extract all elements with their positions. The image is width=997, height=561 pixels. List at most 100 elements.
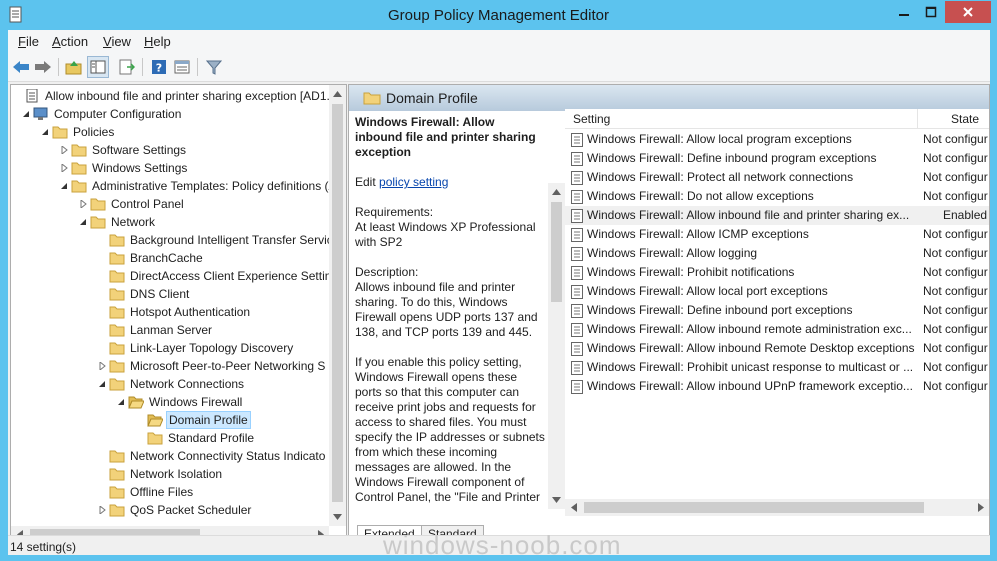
properties-button[interactable] [171, 56, 193, 78]
tree-item[interactable]: Control Panel [11, 195, 329, 213]
menu-action[interactable]: Action [52, 34, 88, 49]
table-row[interactable]: Windows Firewall: Protect all network co… [565, 168, 989, 187]
tree-vertical-scrollbar[interactable] [329, 85, 346, 526]
settings-list[interactable]: Setting State Windows Firewall: Allow lo… [565, 109, 989, 499]
description-block: Description: Allows inbound file and prin… [355, 265, 538, 339]
tree-item[interactable]: Software Settings [11, 141, 329, 159]
collapsed-arrow-icon[interactable] [98, 362, 106, 370]
tree-item[interactable]: Lanman Server [11, 321, 329, 339]
expanded-arrow-icon[interactable] [22, 110, 30, 118]
tree-item[interactable]: Standard Profile [11, 429, 329, 447]
scroll-up-arrow-icon[interactable] [548, 183, 565, 200]
scroll-left-arrow-icon[interactable] [565, 499, 582, 516]
list-horizontal-scrollbar[interactable] [565, 499, 989, 516]
tree-item[interactable]: Allow inbound file and printer sharing e… [11, 87, 341, 105]
setting-state: Not configur [923, 189, 988, 203]
scroll-down-arrow-icon[interactable] [329, 508, 346, 525]
expanded-arrow-icon[interactable] [98, 380, 106, 388]
tree-item-label: Network Connectivity Status Indicato [130, 449, 326, 463]
folder-icon [90, 198, 106, 211]
setting-name: Windows Firewall: Allow inbound file and… [587, 208, 910, 222]
column-header-state[interactable]: State [951, 112, 979, 126]
table-row[interactable]: Windows Firewall: Allow inbound UPnP fra… [565, 377, 989, 396]
tree-item[interactable]: Administrative Templates: Policy definit… [11, 177, 337, 195]
toolbar-separator [142, 58, 143, 76]
expanded-arrow-icon[interactable] [117, 398, 125, 406]
maximize-button[interactable] [918, 1, 944, 23]
tree-item[interactable]: Background Intelligent Transfer Servic [11, 231, 333, 249]
tree-item-label: DNS Client [130, 287, 190, 301]
scroll-thumb[interactable] [332, 104, 343, 502]
scroll-thumb[interactable] [584, 502, 924, 513]
scroll-down-arrow-icon[interactable] [548, 491, 565, 508]
table-row[interactable]: Windows Firewall: Allow ICMP exceptions N… [565, 225, 989, 244]
show-hide-tree-button[interactable] [87, 56, 109, 78]
tree-item-label: Computer Configuration [54, 107, 182, 121]
expanded-arrow-icon[interactable] [60, 182, 68, 190]
tree-item-label: Network Isolation [130, 467, 223, 481]
filter-button[interactable] [203, 56, 225, 78]
collapsed-arrow-icon[interactable] [60, 164, 68, 172]
tree-item[interactable]: Network Connectivity Status Indicato [11, 447, 329, 465]
collapsed-arrow-icon[interactable] [79, 200, 87, 208]
scroll-thumb[interactable] [551, 202, 562, 302]
tree-item[interactable]: Network Isolation [11, 465, 329, 483]
tree-item[interactable]: Link-Layer Topology Discovery [11, 339, 329, 357]
tree-item[interactable]: Hotspot Authentication [11, 303, 329, 321]
scroll-up-arrow-icon[interactable] [329, 85, 346, 102]
tree-item-label: Hotspot Authentication [130, 305, 251, 319]
edit-policy-setting-link[interactable]: policy setting [379, 175, 448, 189]
console-tree[interactable]: Allow inbound file and printer sharing e… [10, 84, 347, 544]
table-row[interactable]: Windows Firewall: Allow local program ex… [565, 130, 989, 149]
table-row[interactable]: Windows Firewall: Define inbound port ex… [565, 301, 989, 320]
tree-item[interactable]: Windows Firewall [11, 393, 329, 411]
policy-setting-icon [571, 380, 583, 394]
tree-item[interactable]: DirectAccess Client Experience Setting [11, 267, 338, 285]
tree-item[interactable]: Offline Files [11, 483, 329, 501]
computer-icon [33, 107, 48, 120]
edit-line: Edit policy setting [355, 175, 449, 189]
export-list-button[interactable] [116, 56, 138, 78]
table-row[interactable]: Windows Firewall: Allow inbound Remote D… [565, 339, 989, 358]
scroll-right-arrow-icon[interactable] [972, 499, 989, 516]
help-button[interactable]: ? [148, 56, 170, 78]
table-row[interactable]: Windows Firewall: Prohibit notifications… [565, 263, 989, 282]
table-row[interactable]: Windows Firewall: Allow local port excep… [565, 282, 989, 301]
tree-item[interactable]: Domain Profile [11, 411, 329, 429]
tree-item[interactable]: BranchCache [11, 249, 329, 267]
up-folder-button[interactable] [63, 56, 85, 78]
show-hide-tree-icon [90, 60, 106, 74]
collapsed-arrow-icon[interactable] [98, 506, 106, 514]
menu-help[interactable]: Help [144, 34, 171, 49]
watermark-text: windows-noob.com [383, 530, 622, 560]
setting-name: Windows Firewall: Allow logging [587, 246, 758, 260]
back-button[interactable] [10, 56, 32, 78]
forward-button[interactable] [32, 56, 54, 78]
table-row[interactable]: Windows Firewall: Prohibit unicast respo… [565, 358, 989, 377]
table-row[interactable]: Windows Firewall: Allow inbound remote a… [565, 320, 989, 339]
menu-view[interactable]: View [103, 34, 131, 49]
menu-file[interactable]: File [18, 34, 39, 49]
table-row[interactable]: Windows Firewall: Do not allow exception… [565, 187, 989, 206]
close-button[interactable] [945, 1, 991, 23]
collapsed-arrow-icon[interactable] [60, 146, 68, 154]
tree-item[interactable]: DNS Client [11, 285, 329, 303]
details-header: Domain Profile [349, 85, 989, 111]
tree-item[interactable]: Policies [11, 123, 329, 141]
column-header-setting[interactable]: Setting [573, 112, 610, 126]
expanded-arrow-icon[interactable] [79, 218, 87, 226]
tree-item[interactable]: Computer Configuration [11, 105, 329, 123]
description-vertical-scrollbar[interactable] [548, 183, 565, 509]
setting-state: Not configur [923, 151, 988, 165]
table-row[interactable]: Windows Firewall: Allow inbound file and… [565, 206, 989, 225]
tree-item[interactable]: QoS Packet Scheduler [11, 501, 329, 519]
table-row[interactable]: Windows Firewall: Allow logging Not confi… [565, 244, 989, 263]
tree-item[interactable]: Network [11, 213, 329, 231]
expanded-arrow-icon[interactable] [41, 128, 49, 136]
table-row[interactable]: Windows Firewall: Define inbound program… [565, 149, 989, 168]
tree-item[interactable]: Windows Settings [11, 159, 329, 177]
title-bar[interactable]: Group Policy Management Editor [0, 0, 997, 30]
tree-item[interactable]: Network Connections [11, 375, 329, 393]
tree-item[interactable]: Microsoft Peer-to-Peer Networking S [11, 357, 329, 375]
minimize-button[interactable] [891, 1, 917, 23]
